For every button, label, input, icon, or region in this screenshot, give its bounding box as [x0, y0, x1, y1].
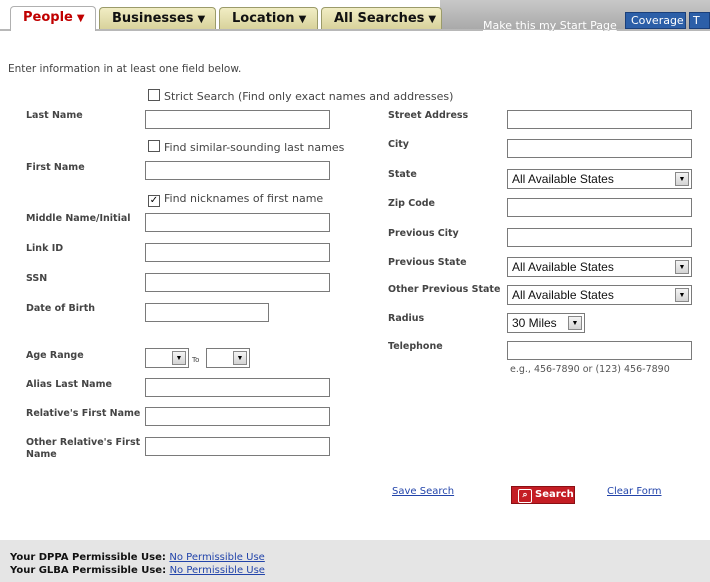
nicknames-checkbox[interactable]: ✓ Find nicknames of first name	[148, 192, 323, 207]
previous-city-label: Previous City	[388, 228, 459, 239]
dropdown-arrow-icon[interactable]: ▼	[233, 351, 247, 365]
checkbox-box[interactable]	[148, 89, 160, 101]
dropdown-arrow-icon[interactable]: ▼	[172, 351, 186, 365]
previous-state-select[interactable]: All Available States ▼	[507, 257, 692, 277]
last-name-label: Last Name	[26, 110, 83, 121]
instructions-text: Enter information in at least one field …	[8, 63, 242, 75]
street-address-input[interactable]	[507, 110, 692, 129]
alias-last-name-label: Alias Last Name	[26, 379, 112, 390]
tab-all-searches-label: All Searches	[334, 11, 425, 26]
link-id-label: Link ID	[26, 243, 64, 254]
top-nav: People ▼ Businesses ▼ Location ▼ All Search…	[0, 0, 710, 32]
coverage-button[interactable]: Coverage	[625, 12, 686, 29]
state-select-value: All Available States	[512, 172, 614, 186]
extra-tab-button[interactable]: T	[689, 12, 710, 29]
other-previous-state-select-value: All Available States	[512, 288, 614, 302]
permissible-use-footer: Your DPPA Permissible Use: No Permissibl…	[0, 540, 710, 582]
city-label: City	[388, 139, 409, 150]
tab-businesses-label: Businesses	[112, 11, 194, 26]
zip-code-label: Zip Code	[388, 198, 435, 209]
chevron-down-icon: ▼	[428, 14, 437, 25]
chevron-down-icon: ▼	[76, 13, 85, 24]
telephone-hint: e.g., 456-7890 or (123) 456-7890	[510, 364, 670, 375]
first-name-label: First Name	[26, 162, 85, 173]
nicknames-label: Find nicknames of first name	[164, 192, 324, 205]
other-relative-first-name-label: Other Relative's First Name	[26, 437, 141, 460]
age-range-label: Age Range	[26, 350, 84, 361]
tab-location[interactable]: Location ▼	[219, 7, 318, 29]
clear-form-link[interactable]: Clear Form	[607, 486, 662, 497]
age-to-select[interactable]: ▼	[206, 348, 250, 368]
other-previous-state-label: Other Previous State	[388, 284, 501, 295]
dropdown-arrow-icon[interactable]: ▼	[675, 288, 689, 302]
city-input[interactable]	[507, 139, 692, 158]
other-previous-state-select[interactable]: All Available States ▼	[507, 285, 692, 305]
state-select[interactable]: All Available States ▼	[507, 169, 692, 189]
checkmark-icon[interactable]: ✓	[148, 195, 160, 207]
radius-select[interactable]: 30 Miles ▼	[507, 313, 585, 333]
dob-label: Date of Birth	[26, 303, 96, 314]
glba-link[interactable]: No Permissible Use	[170, 565, 265, 576]
first-name-input[interactable]	[145, 161, 330, 180]
age-from-select[interactable]: ▼	[145, 348, 189, 368]
dropdown-arrow-icon[interactable]: ▼	[675, 172, 689, 186]
state-label: State	[388, 169, 417, 180]
ssn-label: SSN	[26, 273, 48, 284]
tab-people-label: People	[23, 10, 73, 25]
telephone-label: Telephone	[388, 341, 443, 352]
dropdown-arrow-icon[interactable]: ▼	[568, 316, 582, 330]
previous-city-input[interactable]	[507, 228, 692, 247]
telephone-input[interactable]	[507, 341, 692, 360]
strict-search-label: Strict Search (Find only exact names and…	[164, 90, 454, 103]
tab-location-label: Location	[232, 11, 295, 26]
dob-input[interactable]	[145, 303, 269, 322]
dppa-link[interactable]: No Permissible Use	[169, 552, 264, 563]
save-search-link[interactable]: Save Search	[392, 486, 454, 497]
strict-search-checkbox[interactable]: Strict Search (Find only exact names and…	[148, 89, 453, 103]
alias-last-name-input[interactable]	[145, 378, 330, 397]
make-start-page-link[interactable]: Make this my Start Page	[483, 19, 617, 32]
relative-first-name-label: Relative's First Name	[26, 408, 141, 419]
last-name-input[interactable]	[145, 110, 330, 129]
tab-people[interactable]: People ▼	[10, 6, 96, 31]
search-button[interactable]: ⌕ Search	[511, 486, 575, 504]
search-button-label: Search	[535, 489, 574, 500]
age-to-label: To	[192, 356, 200, 364]
dppa-row: Your DPPA Permissible Use: No Permissibl…	[10, 552, 265, 563]
similar-names-checkbox[interactable]: Find similar-sounding last names	[148, 140, 344, 154]
other-relative-first-name-input[interactable]	[145, 437, 330, 456]
tab-businesses[interactable]: Businesses ▼	[99, 7, 216, 29]
radius-select-value: 30 Miles	[512, 316, 557, 330]
chevron-down-icon: ▼	[197, 14, 206, 25]
previous-state-label: Previous State	[388, 257, 467, 268]
dppa-label: Your DPPA Permissible Use:	[10, 552, 166, 563]
previous-state-select-value: All Available States	[512, 260, 614, 274]
link-id-input[interactable]	[145, 243, 330, 262]
ssn-input[interactable]	[145, 273, 330, 292]
radius-label: Radius	[388, 313, 425, 324]
dropdown-arrow-icon[interactable]: ▼	[675, 260, 689, 274]
search-icon: ⌕	[518, 489, 532, 503]
similar-names-label: Find similar-sounding last names	[164, 141, 345, 154]
street-address-label: Street Address	[388, 110, 469, 121]
middle-name-input[interactable]	[145, 213, 330, 232]
glba-row: Your GLBA Permissible Use: No Permissibl…	[10, 565, 265, 576]
glba-label: Your GLBA Permissible Use:	[10, 565, 167, 576]
chevron-down-icon: ▼	[298, 14, 307, 25]
checkbox-box[interactable]	[148, 140, 160, 152]
tab-all-searches[interactable]: All Searches ▼	[321, 7, 442, 29]
relative-first-name-input[interactable]	[145, 407, 330, 426]
zip-code-input[interactable]	[507, 198, 692, 217]
middle-name-label: Middle Name/Initial	[26, 213, 131, 224]
